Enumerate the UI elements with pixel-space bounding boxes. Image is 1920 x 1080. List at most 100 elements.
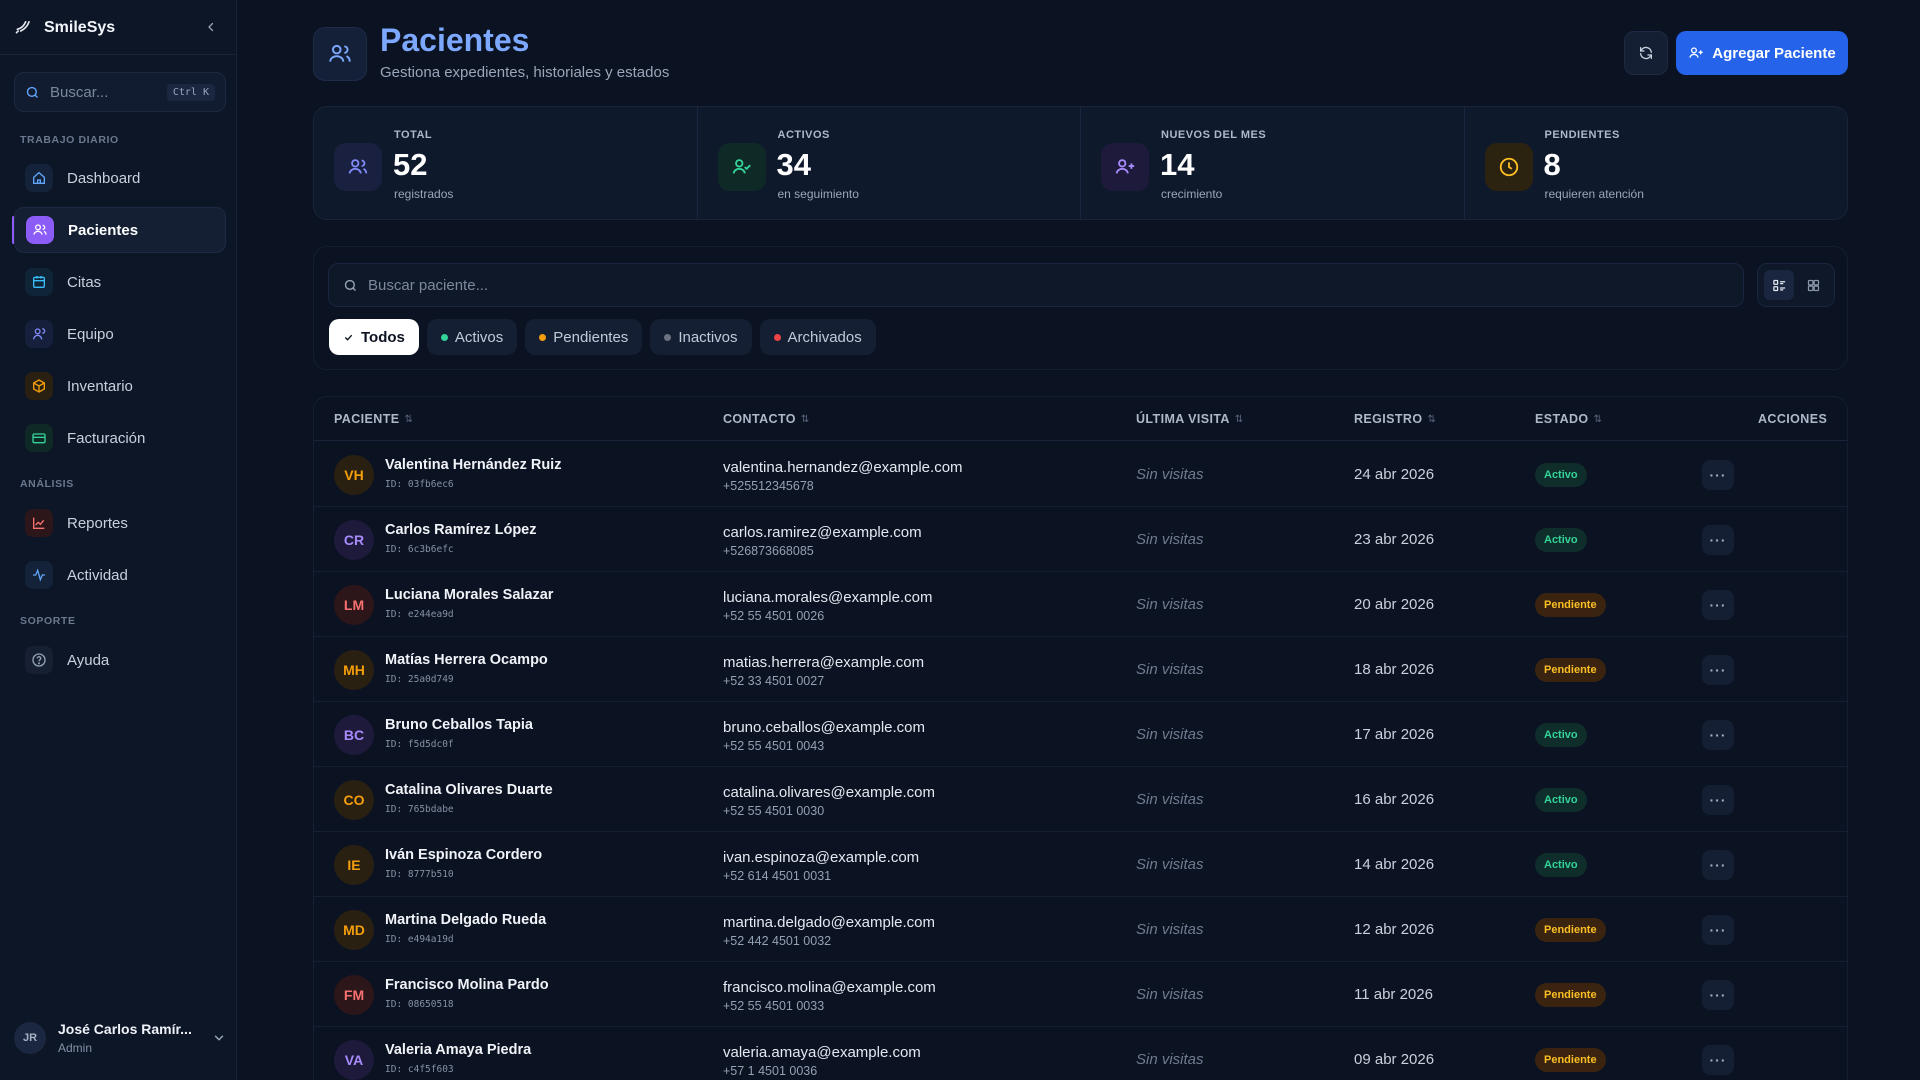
patient-email: bruno.ceballos@example.com [723, 719, 925, 736]
patient-phone: +526873668085 [723, 544, 814, 558]
avatar: BC [334, 715, 374, 755]
table-row[interactable]: CR Carlos Ramírez López ID: 6c3b6efc carlos… [314, 507, 1847, 572]
row-actions-button[interactable]: ··· [1702, 655, 1734, 685]
table-row[interactable]: CO Catalina Olivares Duarte ID: 765bdabe ca… [314, 767, 1847, 832]
filter-chip-archivados[interactable]: Archivados [759, 319, 876, 355]
section-label-soporte: SOPORTE [20, 615, 76, 627]
users-icon [329, 44, 351, 62]
refresh-button[interactable] [1624, 31, 1668, 75]
filter-chip-inactivos[interactable]: Inactivos [650, 319, 752, 355]
patient-search-input[interactable]: Buscar paciente... [328, 263, 1744, 307]
status-badge: Pendiente [1535, 983, 1606, 1007]
table-row[interactable]: MD Martina Delgado Rueda ID: e494a19d marti… [314, 897, 1847, 962]
filter-chip-activos[interactable]: Activos [426, 319, 518, 355]
more-icon: ··· [1709, 467, 1727, 483]
row-actions-button[interactable]: ··· [1702, 525, 1734, 555]
view-toggle [1757, 263, 1835, 307]
sidebar-search[interactable]: Buscar... Ctrl K [14, 72, 226, 112]
status-badge: Pendiente [1535, 1048, 1606, 1072]
column-header-ultima-visita[interactable]: ÚLTIMA VISITA ⇅ [1136, 412, 1244, 426]
patient-phone: +52 55 4501 0030 [723, 804, 825, 818]
stat-sub: en seguimiento [777, 187, 859, 201]
user-plus-icon [1689, 47, 1703, 58]
patient-name[interactable]: Catalina Olivares Duarte [385, 782, 553, 798]
patients-table: PACIENTE ⇅ CONTACTO ⇅ ÚLTIMA VISITA ⇅ REGIS… [313, 396, 1848, 1080]
list-view-button[interactable] [1764, 270, 1794, 300]
column-header-estado[interactable]: ESTADO ⇅ [1535, 412, 1602, 426]
stat-sub: crecimiento [1161, 187, 1223, 201]
sidebar-item-label: Citas [67, 273, 102, 291]
page-icon [313, 27, 367, 81]
user-menu[interactable]: JR José Carlos Ramír... Admin [14, 1010, 226, 1066]
sidebar-item-facturacion[interactable]: Facturación [14, 415, 226, 461]
chip-label: Archivados [787, 328, 862, 346]
brand[interactable]: SmileSys [14, 16, 115, 40]
patient-name[interactable]: Luciana Morales Salazar [385, 587, 553, 603]
column-header-contacto[interactable]: CONTACTO ⇅ [723, 412, 810, 426]
table-row[interactable]: MH Matías Herrera Ocampo ID: 25a0d749 matia… [314, 637, 1847, 702]
last-visit: Sin visitas [1136, 596, 1204, 613]
grid-view-button[interactable] [1798, 270, 1828, 300]
patient-name[interactable]: Francisco Molina Pardo [385, 977, 549, 993]
status-badge: Pendiente [1535, 658, 1606, 682]
table-row[interactable]: VH Valentina Hernández Ruiz ID: 03fb6ec6 va… [314, 442, 1847, 507]
collapse-sidebar-button[interactable] [202, 18, 220, 36]
sidebar-item-equipo[interactable]: Equipo [14, 311, 226, 357]
patient-id: ID: c4f5f603 [385, 1064, 454, 1075]
table-row[interactable]: FM Francisco Molina Pardo ID: 08650518 fran… [314, 962, 1847, 1027]
status-dot [539, 333, 547, 341]
sidebar-item-reportes[interactable]: Reportes [14, 500, 226, 546]
registration-date: 09 abr 2026 [1354, 1051, 1435, 1068]
column-header-paciente[interactable]: PACIENTE ⇅ [334, 412, 413, 426]
patient-name[interactable]: Valeria Amaya Piedra [385, 1042, 531, 1058]
sidebar-item-inventario[interactable]: Inventario [14, 363, 226, 409]
patient-name[interactable]: Iván Espinoza Cordero [385, 847, 542, 863]
sidebar-item-citas[interactable]: Citas [14, 259, 226, 305]
row-actions-button[interactable]: ··· [1702, 720, 1734, 750]
stat-value: 34 [776, 147, 811, 182]
user-plus-icon [1101, 143, 1149, 191]
help-icon [25, 646, 53, 674]
patient-name[interactable]: Carlos Ramírez López [385, 522, 537, 538]
row-actions-button[interactable]: ··· [1702, 915, 1734, 945]
chip-label: Activos [454, 328, 504, 346]
avatar: LM [334, 585, 374, 625]
chevron-down-icon [214, 1035, 224, 1041]
patient-phone: +52 55 4501 0026 [723, 609, 825, 623]
sidebar-item-actividad[interactable]: Actividad [14, 552, 226, 598]
last-visit: Sin visitas [1136, 921, 1204, 938]
column-label: REGISTRO [1354, 412, 1423, 426]
last-visit: Sin visitas [1136, 856, 1204, 873]
status-dot [664, 333, 672, 341]
table-row[interactable]: LM Luciana Morales Salazar ID: e244ea9d luc… [314, 572, 1847, 637]
sidebar-item-ayuda[interactable]: Ayuda [14, 637, 226, 683]
filter-panel: Buscar paciente... Todos Activos Pendien… [313, 246, 1848, 370]
table-row[interactable]: BC Bruno Ceballos Tapia ID: f5d5dc0f bruno.… [314, 702, 1847, 767]
row-actions-button[interactable]: ··· [1702, 590, 1734, 620]
add-patient-button[interactable]: Agregar Paciente [1676, 31, 1848, 75]
filter-chip-pendientes[interactable]: Pendientes [525, 319, 643, 355]
patient-name[interactable]: Bruno Ceballos Tapia [385, 717, 533, 733]
table-row[interactable]: VA Valeria Amaya Piedra ID: c4f5f603 valeri… [314, 1027, 1847, 1080]
home-icon [25, 164, 53, 192]
row-actions-button[interactable]: ··· [1702, 850, 1734, 880]
shortcut-badge: Ctrl K [166, 83, 215, 101]
sidebar-item-dashboard[interactable]: Dashboard [14, 155, 226, 201]
row-actions-button[interactable]: ··· [1702, 980, 1734, 1010]
row-actions-button[interactable]: ··· [1702, 785, 1734, 815]
row-actions-button[interactable]: ··· [1702, 1045, 1734, 1075]
patient-name[interactable]: Matías Herrera Ocampo [385, 652, 548, 668]
row-actions-button[interactable]: ··· [1702, 460, 1734, 490]
sidebar-item-pacientes[interactable]: Pacientes [14, 207, 226, 253]
column-header-registro[interactable]: REGISTRO ⇅ [1354, 412, 1436, 426]
chip-label: Todos [361, 328, 405, 346]
sidebar-item-label: Pacientes [68, 221, 139, 239]
table-row[interactable]: IE Iván Espinoza Cordero ID: 8777b510 ivan.… [314, 832, 1847, 897]
last-visit: Sin visitas [1136, 531, 1204, 548]
stat-card-pendientes: PENDIENTES 8 requieren atención [1465, 107, 1848, 219]
filter-chip-todos[interactable]: Todos [329, 319, 419, 355]
patient-name[interactable]: Valentina Hernández Ruiz [385, 457, 561, 473]
registration-date: 11 abr 2026 [1354, 986, 1433, 1003]
registration-date: 18 abr 2026 [1354, 661, 1435, 678]
patient-name[interactable]: Martina Delgado Rueda [385, 912, 546, 928]
